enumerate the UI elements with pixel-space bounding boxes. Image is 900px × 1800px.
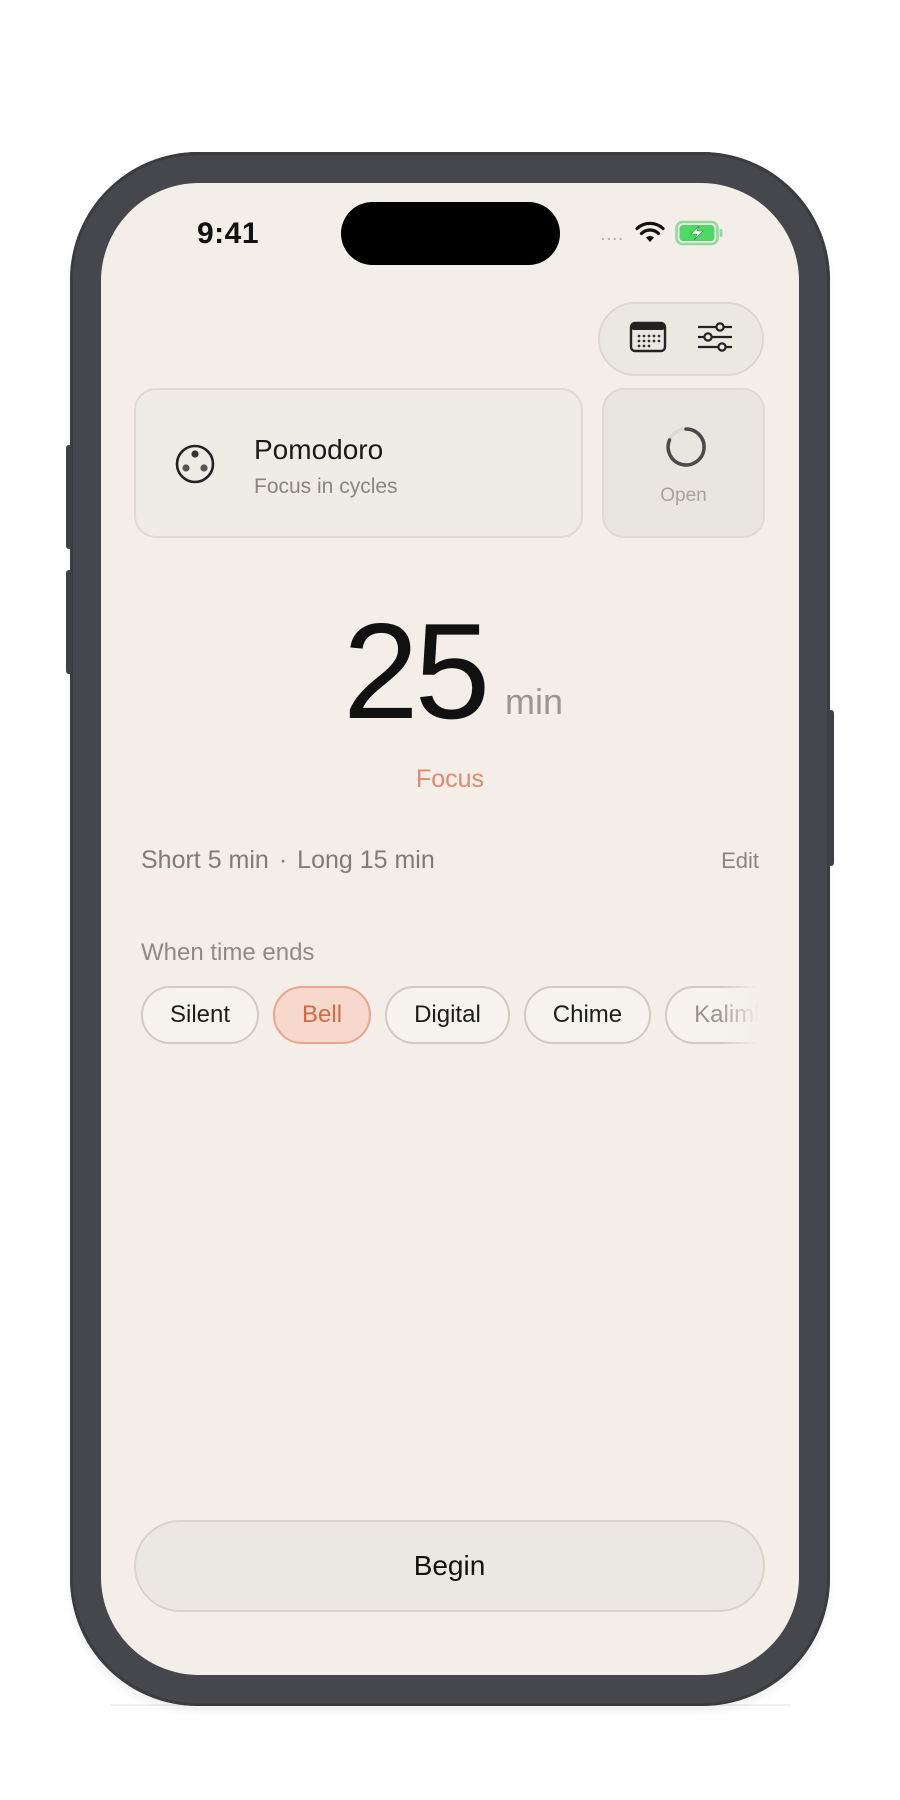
edit-breaks-button[interactable]: Edit bbox=[721, 848, 759, 874]
phone-silent-switch bbox=[66, 445, 72, 549]
mode-title: Pomodoro bbox=[254, 434, 384, 465]
open-button[interactable]: Open bbox=[602, 388, 765, 538]
timer-value: 25 bbox=[343, 595, 490, 747]
top-toolbar bbox=[598, 302, 764, 376]
sound-option-digital[interactable]: Digital bbox=[385, 986, 510, 1044]
break-durations: Short 5 min · Long 15 min bbox=[141, 846, 435, 875]
break-separator: · bbox=[278, 846, 288, 874]
sliders-icon bbox=[696, 320, 734, 359]
chips-fade bbox=[719, 986, 759, 1050]
phase-label: Focus bbox=[415, 765, 485, 793]
dynamic-island bbox=[341, 202, 560, 265]
phone-base-shadow bbox=[110, 1704, 790, 1706]
battery-charging-icon bbox=[674, 220, 725, 251]
wifi-icon bbox=[634, 221, 665, 250]
phone-screen: 9:41 .... Pomodoro Focus in cycles Open … bbox=[101, 183, 799, 1675]
signal-dots: .... bbox=[601, 227, 625, 243]
mode-subtitle: Focus in cycles bbox=[254, 475, 398, 498]
mode-card-pomodoro[interactable]: Pomodoro Focus in cycles bbox=[134, 388, 583, 538]
short-break-label: Short 5 min bbox=[141, 846, 269, 874]
begin-button[interactable]: Begin bbox=[134, 1520, 765, 1612]
loading-spinner-icon bbox=[664, 425, 708, 474]
status-time: 9:41 bbox=[197, 217, 260, 250]
sound-option-bell[interactable]: Bell bbox=[273, 986, 372, 1044]
sound-option-silent[interactable]: Silent bbox=[141, 986, 260, 1044]
long-break-label: Long 15 min bbox=[297, 846, 435, 874]
open-label: Open bbox=[660, 485, 707, 506]
phone-volume-button bbox=[66, 570, 72, 674]
calendar-button[interactable] bbox=[626, 317, 670, 361]
pomodoro-icon bbox=[174, 443, 216, 490]
sound-options: Silent Bell Digital Chime Kalimba bbox=[141, 986, 759, 1050]
timer-unit: min bbox=[505, 681, 564, 722]
sound-heading: When time ends bbox=[141, 939, 315, 966]
sound-option-chime[interactable]: Chime bbox=[523, 986, 652, 1044]
phone-power-button bbox=[828, 710, 834, 866]
calendar-icon bbox=[629, 320, 667, 359]
status-indicators: .... bbox=[601, 220, 725, 251]
settings-button[interactable] bbox=[693, 317, 737, 361]
